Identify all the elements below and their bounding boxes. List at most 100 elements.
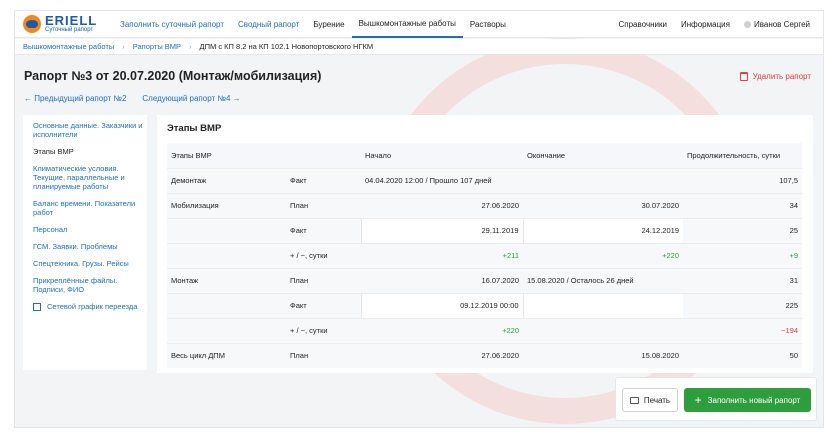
end-input[interactable]: 24.12.2019 — [522, 218, 683, 243]
duration-cell: 25 — [683, 218, 802, 243]
report-pagination: ← Предыдущий рапорт №2 Следующий рапорт … — [24, 94, 241, 103]
delete-report-label: Удалить рапорт — [752, 72, 811, 81]
breadcrumb-current: ДПМ с КП 8.2 на КП 102.1 Новопортовского… — [199, 42, 374, 51]
duration-cell: 225 — [683, 293, 802, 318]
nav-rig-works[interactable]: Вышкомонтажные работы — [351, 11, 463, 38]
fill-new-report-button[interactable]: + Заполнить новый рапорт — [684, 388, 811, 412]
breadcrumb-reports[interactable]: Рапорты ВМР — [133, 42, 181, 51]
section-menu: Основные данные. Заказчики и исполнители… — [23, 115, 147, 370]
duration-cell: 34 — [683, 193, 802, 218]
table-row: Весь цикл ДПМ План 27.06.2020 15.08.2020… — [167, 343, 802, 368]
start-diff-cell: +211 — [361, 243, 523, 268]
menu-item-main-data[interactable]: Основные данные. Заказчики и исполнители — [33, 121, 147, 139]
nav-references[interactable]: Справочники — [612, 11, 674, 38]
start-cell: 04.04.2020 12:00 / Прошло 107 дней — [361, 168, 523, 193]
start-cell: 27.06.2020 — [361, 193, 523, 218]
menu-item-vehicles[interactable]: Спецтехника. Грузы. Рейсы — [33, 259, 147, 268]
stages-panel: Этапы ВМР Этапы ВМР Начало Окончание Про… — [157, 115, 813, 373]
start-cell: 16.07.2020 — [361, 268, 523, 293]
right-nav: Справочники Информация Иванов Сергей — [612, 11, 824, 38]
action-bar: Печать + Заполнить новый рапорт — [615, 377, 817, 421]
column-header-end: Окончание — [523, 143, 683, 168]
end-diff-cell — [523, 318, 683, 343]
user-icon — [743, 20, 751, 28]
print-label: Печать — [643, 395, 671, 405]
end-cell: 15.08.2020 — [523, 343, 683, 368]
menu-item-fuel[interactable]: ГСМ. Заявки. Проблемы — [33, 242, 147, 251]
duration-diff-cell: +9 — [683, 243, 802, 268]
table-row: Демонтаж Факт 04.04.2020 12:00 / Прошло … — [167, 168, 802, 193]
table-row: Факт 29.11.2019 24.12.2019 25 — [167, 218, 802, 243]
menu-item-network-schedule-label: Сетевой график переезда — [47, 302, 138, 311]
fill-new-report-label: Заполнить новый рапорт — [707, 395, 801, 405]
stage-cell — [167, 318, 286, 343]
nav-drilling[interactable]: Бурение — [306, 11, 351, 38]
stage-cell: Весь цикл ДПМ — [167, 343, 286, 368]
next-report-link[interactable]: Следующий рапорт №4 → — [142, 94, 240, 103]
breadcrumb-separator: › — [122, 42, 125, 51]
end-cell: 15.08.2020 / Осталось 26 дней — [523, 268, 683, 293]
nav-information[interactable]: Информация — [674, 11, 737, 38]
nav-solutions[interactable]: Растворы — [463, 11, 513, 38]
printer-icon — [629, 396, 639, 404]
eriell-logo-icon — [23, 15, 41, 33]
menu-item-stages[interactable]: Этапы ВМР — [33, 147, 147, 156]
stage-cell: Монтаж — [167, 268, 286, 293]
start-input[interactable]: 09.12.2019 00:00 — [360, 293, 523, 318]
plus-icon: + — [694, 393, 702, 407]
type-cell: Факт — [286, 218, 361, 243]
print-button[interactable]: Печать — [622, 388, 678, 412]
breadcrumb-rig-works[interactable]: Вышкомонтажные работы — [23, 42, 114, 51]
menu-item-personnel[interactable]: Персонал — [33, 225, 147, 234]
user-menu[interactable]: Иванов Сергей — [737, 11, 817, 38]
duration-diff-cell: −194 — [683, 318, 802, 343]
end-cell: 30.07.2020 — [523, 193, 683, 218]
menu-item-network-schedule[interactable]: Сетевой график переезда — [33, 302, 147, 311]
user-name: Иванов Сергей — [753, 19, 810, 29]
duration-cell: 107,5 — [683, 168, 802, 193]
menu-item-files[interactable]: Прикреплённые файлы. Подписи, ФИО — [33, 276, 147, 294]
menu-item-climate[interactable]: Климатические условия. Текущие, параллел… — [33, 164, 147, 191]
delete-report-button[interactable]: Удалить рапорт — [739, 72, 811, 81]
nav-summary-report[interactable]: Сводный рапорт — [231, 11, 306, 38]
brand-logo[interactable]: ERIELL Суточный рапорт — [23, 14, 113, 34]
table-row: Мобилизация План 27.06.2020 30.07.2020 3… — [167, 193, 802, 218]
type-cell: План — [286, 343, 361, 368]
end-cell — [523, 168, 683, 193]
table-row: Факт 09.12.2019 00:00 225 — [167, 293, 802, 318]
stage-cell — [167, 218, 286, 243]
end-input[interactable] — [522, 293, 683, 318]
top-navbar: ERIELL Суточный рапорт Заполнить суточны… — [15, 11, 823, 38]
start-diff-cell: +220 — [361, 318, 523, 343]
column-header-duration: Продолжительность, сутки — [683, 143, 802, 168]
brand-subtitle: Суточный рапорт — [45, 27, 94, 33]
column-header-start: Начало — [361, 143, 523, 168]
brand-name: ERIELL — [45, 13, 98, 28]
main-nav: Заполнить суточный рапорт Сводный рапорт… — [113, 11, 513, 38]
page-title: Рапорт №3 от 20.07.2020 (Монтаж/мобилиза… — [24, 69, 322, 83]
breadcrumb-separator: › — [189, 42, 192, 51]
app-window: ERIELL Суточный рапорт Заполнить суточны… — [14, 10, 824, 428]
nav-fill-daily-report[interactable]: Заполнить суточный рапорт — [113, 11, 231, 38]
external-link-icon — [33, 303, 41, 311]
type-cell: План — [286, 268, 361, 293]
table-row: Монтаж План 16.07.2020 15.08.2020 / Оста… — [167, 268, 802, 293]
duration-cell: 50 — [683, 343, 802, 368]
prev-report-link[interactable]: ← Предыдущий рапорт №2 — [24, 94, 126, 103]
column-header-stages: Этапы ВМР — [167, 143, 361, 168]
start-cell: 27.06.2020 — [361, 343, 523, 368]
type-cell: + / −, сутки — [286, 243, 361, 268]
section-title: Этапы ВМР — [167, 123, 222, 134]
type-cell: Факт — [286, 293, 361, 318]
stage-cell: Мобилизация — [167, 193, 286, 218]
type-cell: + / −, сутки — [286, 318, 361, 343]
stage-cell — [167, 293, 286, 318]
type-cell: План — [286, 193, 361, 218]
breadcrumb: Вышкомонтажные работы › Рапорты ВМР › ДП… — [15, 39, 823, 55]
duration-cell: 31 — [683, 268, 802, 293]
start-input[interactable]: 29.11.2019 — [360, 218, 523, 243]
type-cell: Факт — [286, 168, 361, 193]
menu-item-time-balance[interactable]: Баланс времени. Показатели работ — [33, 199, 147, 217]
end-diff-cell: +220 — [523, 243, 683, 268]
table-row: + / −, сутки +211 +220 +9 — [167, 243, 802, 268]
